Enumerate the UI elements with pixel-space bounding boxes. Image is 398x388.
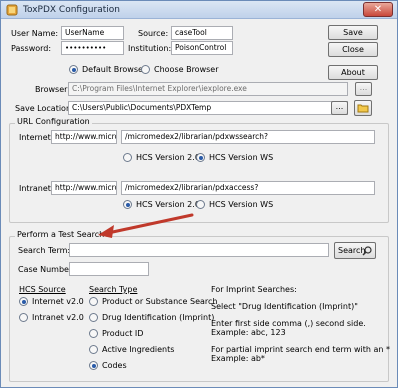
browse-browser-button[interactable]: ... bbox=[355, 82, 372, 96]
intranet-host-input[interactable]: http://www.microme bbox=[51, 181, 117, 195]
folder-icon bbox=[357, 104, 369, 113]
hcs-intranet-v2-radio[interactable] bbox=[19, 313, 28, 322]
intranet-label: Intranet: bbox=[19, 184, 54, 193]
search-type-active-label: Active Ingredients bbox=[102, 345, 175, 354]
search-icon bbox=[362, 246, 372, 256]
search-type-productid-radio[interactable] bbox=[89, 329, 98, 338]
hcs-internet-v2-radio[interactable] bbox=[19, 297, 28, 306]
window-title: ToxPDX Configuration bbox=[23, 5, 120, 15]
save-location-input[interactable]: C:\Users\Public\Documents\PDXTemp bbox=[68, 101, 348, 115]
close-button[interactable]: Close bbox=[328, 42, 378, 57]
search-term-label: Search Term: bbox=[18, 246, 71, 255]
about-button[interactable]: About bbox=[328, 65, 378, 80]
internet-hcsws-label: HCS Version WS bbox=[209, 153, 274, 162]
open-folder-button[interactable] bbox=[354, 100, 372, 116]
internet-host-input[interactable]: http://www.microme bbox=[51, 130, 117, 144]
search-type-codes-radio[interactable] bbox=[89, 361, 98, 370]
source-input[interactable]: caseTool bbox=[171, 26, 233, 40]
close-icon: ✕ bbox=[373, 4, 383, 15]
password-label: Password: bbox=[11, 44, 52, 53]
intranet-hcs20-radio[interactable] bbox=[123, 200, 132, 209]
url-config-title: URL Configuration bbox=[15, 117, 92, 126]
password-input[interactable]: •••••••••• bbox=[61, 41, 124, 55]
imprint-example-1: Example: abc, 123 bbox=[211, 328, 286, 337]
search-term-input[interactable] bbox=[69, 243, 329, 257]
imprint-partial-text: For partial imprint search end term with… bbox=[211, 345, 390, 354]
search-type-heading: Search Type bbox=[89, 285, 138, 294]
user-name-label: User Name: bbox=[11, 29, 59, 38]
default-browser-radio[interactable] bbox=[69, 65, 78, 74]
save-location-label: Save Location: bbox=[15, 104, 74, 113]
imprint-enter-text: Enter first side comma (,) second side. bbox=[211, 319, 366, 328]
search-type-imprint-label: Drug Identification (Imprint) bbox=[102, 313, 215, 322]
search-type-active-radio[interactable] bbox=[89, 345, 98, 354]
title-bar[interactable]: ToxPDX Configuration ✕ bbox=[1, 1, 397, 19]
intranet-hcsws-label: HCS Version WS bbox=[209, 200, 274, 209]
search-type-imprint-radio[interactable] bbox=[89, 313, 98, 322]
config-window: ToxPDX Configuration ✕ User Name: UserNa… bbox=[0, 0, 398, 388]
user-name-input[interactable]: UserName bbox=[61, 26, 124, 40]
institution-input[interactable]: PoisonControl bbox=[171, 41, 233, 55]
browser-label: Browser: bbox=[35, 85, 70, 94]
test-search-title: Perform a Test Search bbox=[15, 230, 107, 239]
intranet-path-input[interactable]: /micromedex2/librarian/pdxaccess? bbox=[121, 181, 375, 195]
case-number-label: Case Number: bbox=[18, 265, 75, 274]
case-number-input[interactable] bbox=[69, 262, 149, 276]
internet-hcs20-radio[interactable] bbox=[123, 153, 132, 162]
annotation-arrow-icon bbox=[98, 213, 194, 238]
search-type-codes-label: Codes bbox=[102, 361, 127, 370]
browser-path-input[interactable]: C:\Program Files\Internet Explorer\iexpl… bbox=[68, 82, 348, 96]
hcs-internet-v2-label: Internet v2.0 bbox=[32, 297, 84, 306]
source-label: Source: bbox=[138, 29, 169, 38]
internet-hcs20-label: HCS Version 2.0 bbox=[136, 153, 200, 162]
search-button[interactable]: Search bbox=[334, 242, 376, 259]
imprint-select-text: Select "Drug Identification (Imprint)" bbox=[211, 302, 358, 311]
intranet-hcs20-label: HCS Version 2.0 bbox=[136, 200, 200, 209]
hcs-intranet-v2-label: Intranet v2.0 bbox=[32, 313, 84, 322]
internet-hcsws-radio[interactable] bbox=[196, 153, 205, 162]
search-type-productid-label: Product ID bbox=[102, 329, 144, 338]
internet-path-input[interactable]: /micromedex2/librarian/pdxwssearch? bbox=[121, 130, 375, 144]
default-browser-label: Default Browser bbox=[82, 65, 147, 74]
save-button[interactable]: Save bbox=[328, 25, 378, 40]
search-type-product-radio[interactable] bbox=[89, 297, 98, 306]
search-type-product-label: Product or Substance Search bbox=[102, 297, 218, 306]
internet-label: Internet: bbox=[19, 133, 54, 142]
choose-browser-radio[interactable] bbox=[141, 65, 150, 74]
app-icon bbox=[6, 4, 18, 16]
browse-location-button[interactable]: ... bbox=[331, 101, 348, 115]
intranet-hcsws-radio[interactable] bbox=[196, 200, 205, 209]
imprint-heading: For Imprint Searches: bbox=[211, 285, 297, 294]
choose-browser-label: Choose Browser bbox=[154, 65, 219, 74]
imprint-example-2: Example: ab* bbox=[211, 354, 265, 363]
institution-label: Institution: bbox=[128, 44, 172, 53]
window-close-button[interactable]: ✕ bbox=[363, 2, 393, 17]
hcs-source-heading: HCS Source bbox=[19, 285, 66, 294]
